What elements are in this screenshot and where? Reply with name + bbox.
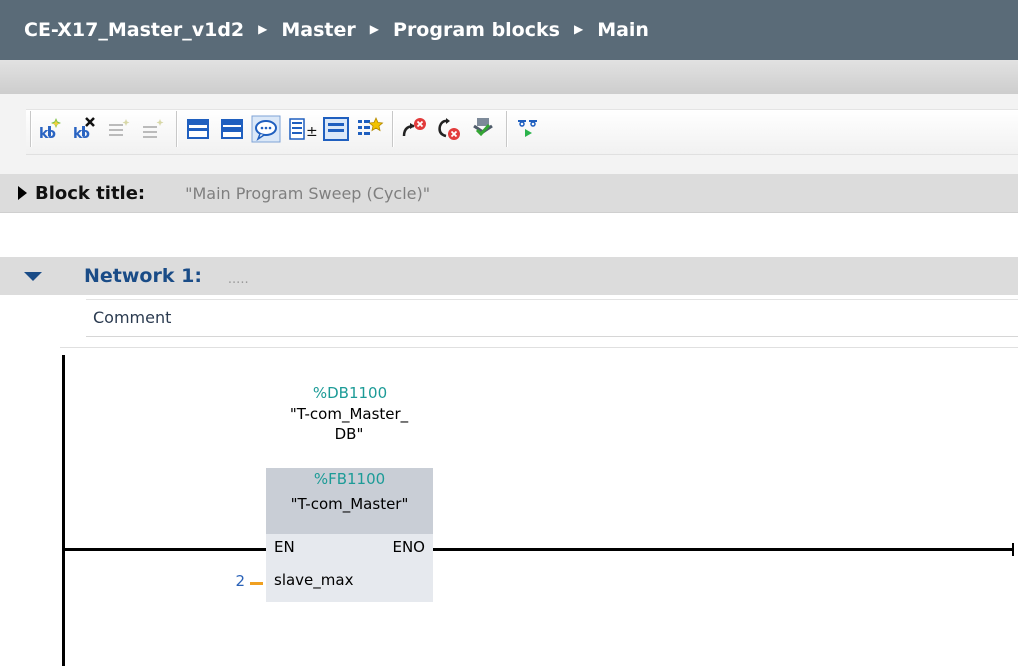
rung-wire-left <box>64 548 268 551</box>
favorites-icon[interactable] <box>320 114 352 144</box>
network-header[interactable]: Network 1: ..... <box>0 257 1018 295</box>
add-row-icon[interactable] <box>138 114 170 144</box>
breadcrumb-separator-icon: ▶ <box>369 22 380 36</box>
block-title-label: Block title: <box>35 182 146 204</box>
fb-address: %FB1100 <box>313 470 386 488</box>
collapse-arrow-icon[interactable] <box>24 271 42 281</box>
network-title-value[interactable]: ..... <box>228 272 249 287</box>
instance-db-name-line1: "T-com_Master_ <box>289 405 409 423</box>
instance-db-address[interactable]: %DB1100 <box>270 384 430 402</box>
breadcrumb-item-device[interactable]: Master <box>281 19 355 41</box>
breadcrumb-item-project[interactable]: CE-X17_Master_v1d2 <box>24 19 244 41</box>
instance-db-name[interactable]: "T-com_Master_ DB" <box>256 404 442 444</box>
next-error-icon[interactable] <box>468 114 500 144</box>
function-block-box[interactable]: %FB1100 "T-com_Master" EN ENO slave_max <box>266 468 433 602</box>
editor-toolbar: kɔ kɔ ± <box>0 94 1018 174</box>
toolbar-separator <box>506 111 508 147</box>
block-title-value[interactable]: "Main Program Sweep (Cycle)" <box>185 184 430 203</box>
insert-network-icon[interactable]: kɔ <box>36 114 68 144</box>
breadcrumb-separator-icon: ▶ <box>258 22 268 36</box>
parameter-wire <box>250 582 263 585</box>
expand-arrow-icon[interactable] <box>18 186 27 200</box>
toolbar-separator <box>30 111 32 147</box>
rung-wire-right <box>433 548 1013 551</box>
toolbar-separator <box>176 111 178 147</box>
go-to-error-icon[interactable] <box>400 114 432 144</box>
absolute-operands-icon[interactable]: ± <box>286 114 318 144</box>
network-comment-field[interactable]: Comment <box>86 299 1018 337</box>
pin-eno: ENO <box>392 538 425 556</box>
fb-name: "T-com_Master" <box>290 495 409 513</box>
breadcrumb: CE-X17_Master_v1d2 ▶ Master ▶ Program bl… <box>0 0 1018 60</box>
svg-text:±: ± <box>306 124 318 140</box>
navigation-icon[interactable] <box>354 114 386 144</box>
toolbar-separator <box>392 111 394 147</box>
function-block-header: %FB1100 "T-com_Master" <box>266 468 433 534</box>
network-divider <box>60 347 1018 348</box>
pin-slave-max: slave_max <box>274 571 354 589</box>
monitoring-icon[interactable] <box>514 114 546 144</box>
interface-bar <box>0 60 1018 94</box>
rung-end-marker <box>1012 543 1014 556</box>
instance-db-name-line2: DB" <box>334 425 364 443</box>
show-comments-icon[interactable] <box>250 114 282 144</box>
delete-network-icon[interactable]: kɔ <box>70 114 102 144</box>
close-all-networks-icon[interactable] <box>216 114 248 144</box>
network-title: Network 1: <box>84 265 202 287</box>
pin-en: EN <box>274 538 295 556</box>
breadcrumb-separator-icon: ▶ <box>573 22 584 36</box>
open-all-networks-icon[interactable] <box>182 114 214 144</box>
previous-error-icon[interactable] <box>434 114 466 144</box>
power-rail <box>62 355 65 666</box>
breadcrumb-item-block[interactable]: Main <box>597 19 649 41</box>
block-title-row[interactable]: Block title: "Main Program Sweep (Cycle)… <box>0 174 1018 213</box>
slave-max-value[interactable]: 2 <box>225 572 245 590</box>
breadcrumb-item-folder[interactable]: Program blocks <box>393 19 560 41</box>
insert-row-icon[interactable] <box>104 114 136 144</box>
